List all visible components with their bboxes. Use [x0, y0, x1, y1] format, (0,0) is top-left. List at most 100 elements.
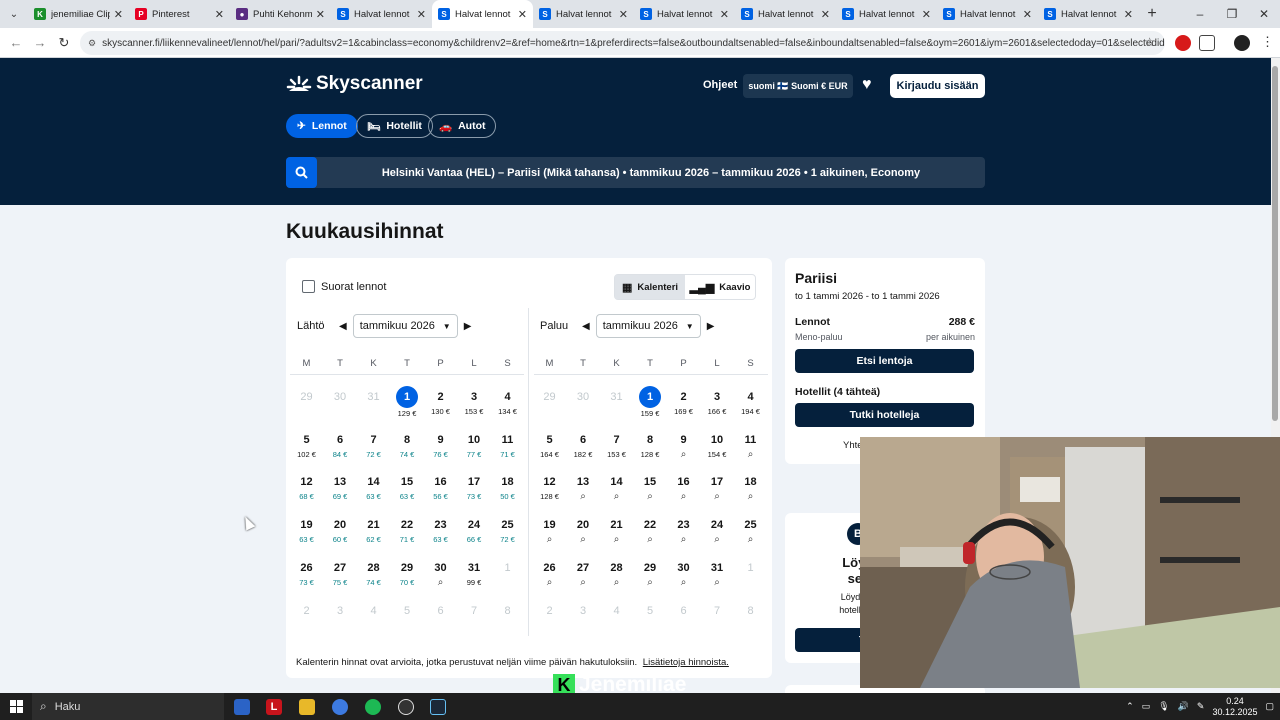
calendar-day[interactable]: 27 75 € — [324, 559, 357, 588]
browser-menu-icon[interactable]: ⋮ — [1261, 34, 1274, 50]
calendar-day[interactable]: 7 72 € — [357, 431, 390, 460]
calendar-day[interactable]: 25 ⌕ — [734, 516, 767, 545]
return-month-dropdown[interactable]: tammikuu 2026 ▼ — [595, 314, 701, 338]
calendar-day[interactable]: 6 182 € — [567, 431, 600, 460]
start-button[interactable] — [0, 693, 32, 720]
checkbox-box[interactable] — [302, 280, 315, 293]
search-price-icon[interactable]: ⌕ — [701, 577, 734, 588]
calendar-day[interactable]: 31 99 € — [458, 559, 491, 588]
calendar-day[interactable]: 30 ⌕ — [424, 559, 457, 588]
obs-icon[interactable] — [398, 699, 414, 715]
taskbar-app-icon[interactable] — [234, 699, 250, 715]
view-chart-button[interactable]: ▂▄▆ Kaavio — [685, 275, 755, 299]
calendar-day[interactable]: 16 56 € — [424, 473, 457, 502]
url-field[interactable]: ⚙ skyscanner.fi/liikennevalineet/lennot/… — [80, 31, 1165, 55]
tab-close-icon[interactable]: ✕ — [215, 8, 224, 21]
depart-month-dropdown[interactable]: tammikuu 2026 ▼ — [352, 314, 458, 338]
search-price-icon[interactable]: ⌕ — [634, 491, 667, 502]
calendar-day[interactable]: 22 71 € — [391, 516, 424, 545]
reload-icon[interactable]: ↻ — [52, 35, 76, 51]
search-price-icon[interactable]: ⌕ — [634, 577, 667, 588]
help-link[interactable]: Ohjeet — [703, 79, 737, 91]
search-icon[interactable] — [286, 157, 317, 188]
browser-tab[interactable]: S Halvat lennot ✕ — [533, 0, 634, 28]
calendar-day[interactable]: 17 73 € — [458, 473, 491, 502]
site-info-icon[interactable]: ⚙ — [88, 38, 96, 49]
search-price-icon[interactable]: ⌕ — [734, 491, 767, 502]
search-price-icon[interactable]: ⌕ — [634, 534, 667, 545]
pen-icon[interactable]: ✎ — [1197, 701, 1205, 712]
bookmark-star-icon[interactable]: ☆ — [1144, 35, 1155, 49]
extensions-puzzle-icon[interactable] — [1199, 35, 1215, 51]
search-summary-bar[interactable]: Helsinki Vantaa (HEL) – Pariisi (Mikä ta… — [286, 157, 985, 188]
chrome-icon[interactable] — [332, 699, 348, 715]
calendar-day[interactable]: 24 ⌕ — [701, 516, 734, 545]
search-price-icon[interactable]: ⌕ — [567, 534, 600, 545]
calendar-day[interactable]: 18 ⌕ — [734, 473, 767, 502]
search-price-icon[interactable]: ⌕ — [567, 491, 600, 502]
notifications-icon[interactable]: ▢ — [1265, 701, 1274, 712]
calendar-day[interactable]: 24 66 € — [458, 516, 491, 545]
login-button[interactable]: Kirjaudu sisään — [890, 74, 985, 98]
browser-tab[interactable]: S Halvat lennot ✕ — [1038, 0, 1139, 28]
search-price-icon[interactable]: ⌕ — [667, 491, 700, 502]
browser-tab[interactable]: S Halvat lennot ✕ — [331, 0, 432, 28]
taskbar-search[interactable]: ⌕ Haku — [32, 693, 224, 720]
calendar-day[interactable]: 22 ⌕ — [634, 516, 667, 545]
extension-icon[interactable] — [1175, 35, 1191, 51]
calendar-day[interactable]: 28 ⌕ — [600, 559, 633, 588]
tab-close-icon[interactable]: ✕ — [518, 8, 527, 21]
tab-cars[interactable]: 🚗 Autot — [428, 114, 497, 138]
steam-icon[interactable] — [430, 699, 446, 715]
forward-icon[interactable]: → — [28, 35, 52, 50]
search-price-icon[interactable]: ⌕ — [567, 577, 600, 588]
spotify-icon[interactable] — [365, 699, 381, 715]
system-clock[interactable]: 0.24 30.12.2025 — [1212, 696, 1257, 718]
calendar-day[interactable]: 6 84 € — [324, 431, 357, 460]
browser-tab[interactable]: S Halvat lennot ✕ — [735, 0, 836, 28]
search-price-icon[interactable]: ⌕ — [533, 577, 566, 588]
calendar-day[interactable]: 14 ⌕ — [600, 473, 633, 502]
calendar-day[interactable]: 10 77 € — [458, 431, 491, 460]
calendar-day[interactable]: 3 166 € — [701, 388, 734, 417]
calendar-day[interactable]: 23 ⌕ — [667, 516, 700, 545]
calendar-day[interactable]: 13 ⌕ — [567, 473, 600, 502]
tab-hotels[interactable]: 🛏 Hotellit — [356, 114, 433, 138]
taskbar-app-l-icon[interactable]: L — [266, 699, 282, 715]
search-price-icon[interactable]: ⌕ — [701, 534, 734, 545]
next-month-return-icon[interactable]: ▶ — [707, 321, 715, 332]
calendar-day[interactable]: 3 153 € — [458, 388, 491, 417]
calendar-day[interactable]: 17 ⌕ — [701, 473, 734, 502]
search-price-icon[interactable]: ⌕ — [424, 577, 457, 588]
next-month-depart-icon[interactable]: ▶ — [464, 321, 472, 332]
search-price-icon[interactable]: ⌕ — [734, 449, 767, 460]
calendar-day[interactable]: 31 ⌕ — [701, 559, 734, 588]
browser-tab[interactable]: S Halvat lennot ✕ — [634, 0, 735, 28]
calendar-day[interactable]: 28 74 € — [357, 559, 390, 588]
prev-month-return-icon[interactable]: ◀ — [582, 321, 590, 332]
calendar-day[interactable]: 5 164 € — [533, 431, 566, 460]
minimize-icon[interactable]: – — [1184, 0, 1216, 28]
calendar-day[interactable]: 2 130 € — [424, 388, 457, 417]
search-price-icon[interactable]: ⌕ — [600, 534, 633, 545]
browser-tab[interactable]: S Halvat lennot ✕ — [432, 0, 533, 28]
volume-icon[interactable]: 🔊 — [1178, 701, 1189, 712]
calendar-day[interactable]: 11 71 € — [491, 431, 524, 460]
browser-tab[interactable]: ● Puhti Kehonm ✕ — [230, 0, 331, 28]
search-price-icon[interactable]: ⌕ — [667, 577, 700, 588]
prev-month-depart-icon[interactable]: ◀ — [339, 321, 347, 332]
direct-flights-checkbox[interactable]: Suorat lennot — [302, 280, 386, 293]
calendar-day[interactable]: 21 ⌕ — [600, 516, 633, 545]
file-explorer-icon[interactable] — [299, 699, 315, 715]
maximize-icon[interactable]: ❐ — [1216, 0, 1248, 28]
tab-close-icon[interactable]: ✕ — [316, 8, 325, 21]
scrollbar-thumb[interactable] — [1272, 66, 1278, 421]
tab-close-icon[interactable]: ✕ — [922, 8, 931, 21]
new-tab-button[interactable]: + — [1139, 5, 1165, 23]
browser-tab[interactable]: Kjenemiliae Clip ✕ — [28, 0, 129, 28]
find-flights-button[interactable]: Etsi lentoja — [795, 349, 974, 373]
calendar-day[interactable]: 11 ⌕ — [734, 431, 767, 460]
view-calendar-button[interactable]: ▦ Kalenteri — [615, 275, 685, 299]
search-price-icon[interactable]: ⌕ — [734, 534, 767, 545]
calendar-day[interactable]: 12 128 € — [533, 473, 566, 502]
